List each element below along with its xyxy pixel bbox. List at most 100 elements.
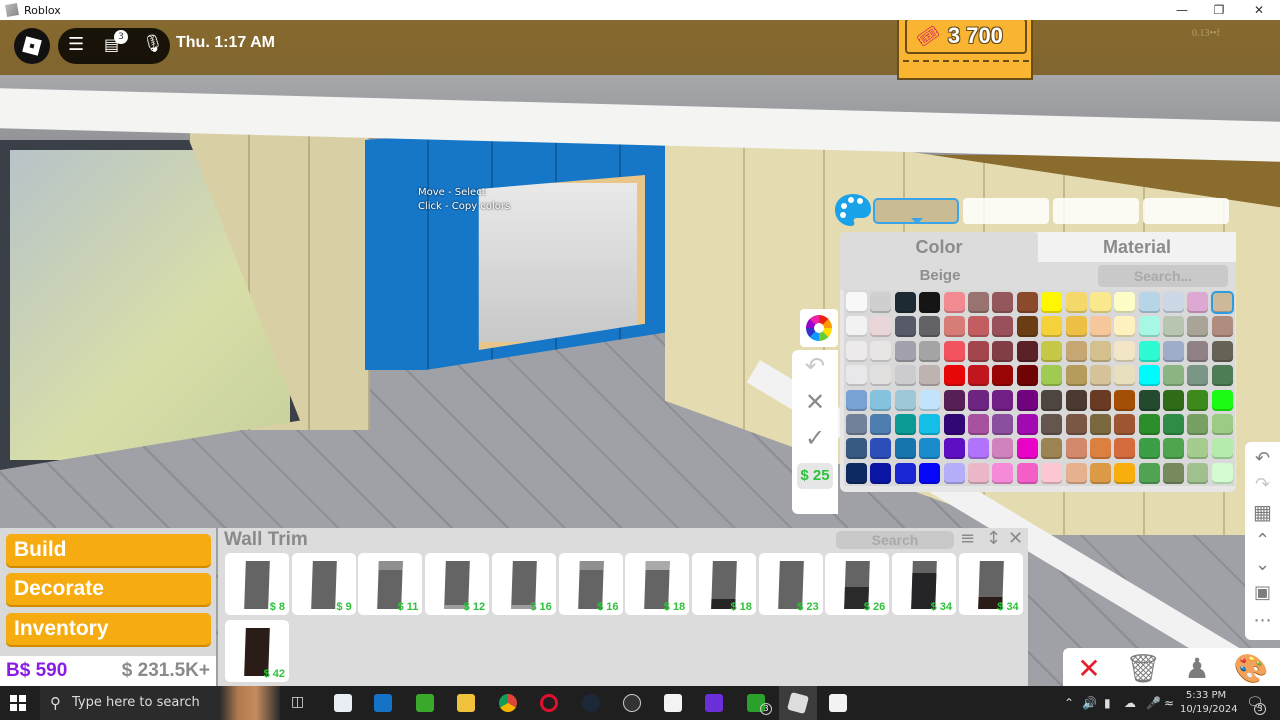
color-swatch[interactable] (1138, 316, 1160, 338)
color-swatch[interactable] (1211, 413, 1233, 435)
color-swatch[interactable] (1114, 438, 1136, 460)
color-swatch[interactable] (1016, 413, 1038, 435)
color-swatch[interactable] (967, 413, 989, 435)
color-swatch[interactable] (1041, 316, 1063, 338)
color-swatch[interactable] (1065, 389, 1087, 411)
tray-overflow-icon[interactable]: ⌃ (1064, 686, 1074, 720)
color-swatch[interactable] (1016, 389, 1038, 411)
catalog-item[interactable]: $ 42 (225, 620, 289, 682)
color-swatch[interactable] (1041, 462, 1063, 484)
color-swatch[interactable] (1016, 438, 1038, 460)
swatch-tab-3[interactable] (1053, 198, 1139, 224)
outlook-icon[interactable] (374, 694, 392, 712)
color-swatch[interactable] (992, 340, 1014, 362)
color-swatch[interactable] (1114, 340, 1136, 362)
color-swatch[interactable] (894, 365, 916, 387)
minecraft-icon[interactable] (416, 694, 434, 712)
steam-icon[interactable] (582, 694, 600, 712)
volume-icon[interactable]: 🔊 (1082, 686, 1097, 720)
color-swatch[interactable] (1187, 365, 1209, 387)
color-swatch[interactable] (870, 365, 892, 387)
color-swatch[interactable] (1163, 292, 1185, 313)
stamp-icon[interactable]: ♟ (1177, 652, 1217, 685)
color-swatch[interactable] (1065, 365, 1087, 387)
color-swatch[interactable] (1089, 438, 1111, 460)
color-swatch[interactable] (1065, 340, 1087, 362)
color-swatch[interactable] (846, 413, 867, 435)
color-swatch[interactable] (846, 438, 867, 460)
color-swatch[interactable] (1138, 292, 1160, 313)
color-swatch[interactable] (846, 389, 867, 411)
chevron-up-icon[interactable]: ⌃ (1245, 530, 1280, 551)
color-swatch[interactable] (1138, 438, 1160, 460)
sort-icon[interactable]: ≡ (960, 528, 975, 549)
color-swatch[interactable] (894, 462, 916, 484)
chevron-down-icon[interactable]: ⌄ (1245, 554, 1280, 575)
color-swatch[interactable] (1187, 292, 1209, 313)
color-swatch[interactable] (919, 413, 941, 435)
color-swatch[interactable] (1041, 292, 1063, 313)
color-swatch[interactable] (1114, 316, 1136, 338)
color-swatch[interactable] (1211, 365, 1233, 387)
color-swatch[interactable] (846, 292, 867, 313)
color-swatch[interactable] (919, 462, 941, 484)
color-swatch[interactable] (1163, 389, 1185, 411)
snipping-tool-icon[interactable] (334, 694, 352, 712)
color-swatch[interactable] (1211, 316, 1233, 338)
color-swatch[interactable] (1114, 389, 1136, 411)
cancel-x-icon[interactable]: ✕ (1069, 652, 1109, 685)
color-swatch[interactable] (943, 292, 965, 313)
color-swatch[interactable] (1187, 316, 1209, 338)
color-swatch[interactable] (1138, 340, 1160, 362)
color-swatch[interactable] (1089, 413, 1111, 435)
color-swatch[interactable] (943, 365, 965, 387)
microphone-icon[interactable]: 🎤 (1146, 686, 1161, 720)
color-swatch[interactable] (870, 413, 892, 435)
undo-icon[interactable]: ↶ (792, 352, 838, 380)
color-swatch[interactable] (967, 340, 989, 362)
color-swatch[interactable] (1041, 413, 1063, 435)
color-wheel-button[interactable] (800, 309, 838, 347)
color-swatch[interactable] (1016, 316, 1038, 338)
color-swatch[interactable] (1163, 462, 1185, 484)
inventory-button[interactable]: Inventory (6, 613, 211, 645)
search-highlight-image[interactable] (220, 686, 280, 720)
color-swatch[interactable] (967, 389, 989, 411)
color-swatch[interactable] (1065, 316, 1087, 338)
color-swatch[interactable] (1065, 462, 1087, 484)
color-swatch[interactable] (1114, 413, 1136, 435)
catalog-item[interactable]: $ 11 (358, 553, 423, 615)
undo-icon[interactable]: ↶ (1245, 448, 1280, 469)
trash-icon[interactable]: 🗑 (1123, 652, 1163, 685)
close-window-button[interactable]: ✕ (1239, 0, 1279, 20)
microsoft-store-icon[interactable] (664, 694, 682, 712)
roblox-menu-button[interactable] (14, 28, 50, 64)
swatch-tab-4[interactable] (1143, 198, 1229, 224)
catalog-item[interactable]: $ 8 (225, 553, 289, 615)
color-swatch[interactable] (846, 340, 867, 362)
color-swatch[interactable] (919, 316, 941, 338)
wifi-icon[interactable]: ≈ (1164, 686, 1174, 720)
tab-material[interactable]: Material (1038, 232, 1236, 262)
color-swatch[interactable] (1089, 340, 1111, 362)
color-search-input[interactable]: Search... (1098, 265, 1228, 287)
color-swatch[interactable] (894, 316, 916, 338)
more-icon[interactable]: ⋯ (1245, 610, 1280, 631)
color-swatch[interactable] (919, 365, 941, 387)
minimize-button[interactable]: — (1162, 0, 1202, 20)
confirm-icon[interactable]: ✓ (792, 424, 838, 452)
color-swatch[interactable] (846, 365, 867, 387)
color-swatch[interactable] (1163, 316, 1185, 338)
color-swatch[interactable] (943, 340, 965, 362)
color-swatch[interactable] (1211, 340, 1233, 362)
color-swatch[interactable] (870, 292, 892, 313)
java-icon[interactable] (829, 694, 847, 712)
game-viewport[interactable]: ☰ ▤ 3 🎙 Thu. 1:17 AM 🎟 3 700 0.13••f Mov… (0, 20, 1280, 686)
color-swatch[interactable] (1114, 365, 1136, 387)
maximize-button[interactable]: ❐ (1199, 0, 1239, 20)
color-swatch[interactable] (870, 316, 892, 338)
catalog-search-input[interactable]: Search (836, 531, 954, 549)
color-swatch[interactable] (1187, 438, 1209, 460)
color-swatch[interactable] (1187, 462, 1209, 484)
color-swatch[interactable] (1041, 438, 1063, 460)
